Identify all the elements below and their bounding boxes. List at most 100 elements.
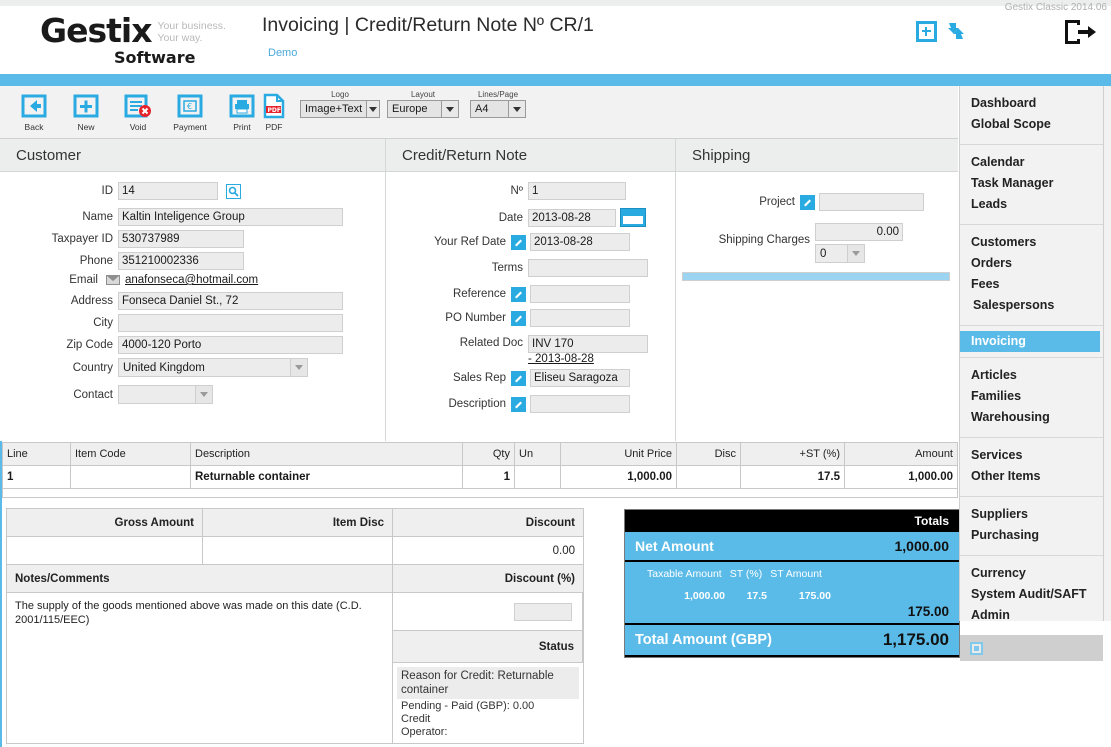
notes-content-row: The supply of the goods mentioned above … xyxy=(7,593,583,743)
tax-val-taxable: 1,000.00 xyxy=(684,590,725,602)
customer-city-input[interactable] xyxy=(118,314,343,332)
customer-phone-row: Phone 351210002336 xyxy=(0,252,385,270)
sidebar-item-families[interactable]: Families xyxy=(960,386,1103,407)
sidebar-item-warehousing[interactable]: Warehousing xyxy=(960,407,1103,428)
grand-total-row: Total Amount (GBP) 1,175.00 xyxy=(625,625,959,657)
net-amount-label: Net Amount xyxy=(635,538,714,554)
void-button-label: Void xyxy=(129,122,147,132)
sidebar-group-invoicing: Invoicing xyxy=(960,326,1103,358)
note-related-doc-date[interactable]: - 2013-08-28 xyxy=(528,353,648,365)
search-icon[interactable] xyxy=(226,183,241,199)
app-logo: Gestix Software Your business. Your way. xyxy=(40,14,226,68)
grand-total-label: Total Amount (GBP) xyxy=(635,632,772,648)
sidebar-item-dashboard[interactable]: Dashboard xyxy=(960,93,1103,114)
note-number-input[interactable]: 1 xyxy=(528,182,626,200)
edit-pencil-icon[interactable] xyxy=(511,286,526,302)
cell-description: Returnable container xyxy=(191,466,463,488)
customer-panel-title: Customer xyxy=(0,139,385,172)
edit-pencil-icon[interactable] xyxy=(511,234,526,250)
cell-un xyxy=(515,466,561,488)
logo-tagline-line1: Your business. xyxy=(157,20,226,32)
edit-pencil-icon[interactable] xyxy=(511,396,526,412)
sidebar-item-salespersons[interactable]: Salespersons xyxy=(960,295,1103,316)
note-related-doc-input[interactable]: INV 170 xyxy=(528,335,648,353)
sidebar-item-system-audit[interactable]: System Audit/SAFT xyxy=(960,584,1103,605)
customer-country-select[interactable]: United Kingdom xyxy=(118,358,308,377)
customer-id-input[interactable]: 14 xyxy=(118,182,218,200)
status-line-type: Credit xyxy=(401,713,431,725)
pdf-button[interactable]: PDF PDF xyxy=(248,91,300,132)
note-description-input[interactable] xyxy=(530,395,630,413)
status-line-paid: Pending - Paid (GBP): 0.00 xyxy=(401,700,535,712)
edit-pencil-icon[interactable] xyxy=(511,310,526,326)
credit-note-panel-title: Credit/Return Note xyxy=(386,139,675,172)
layout-select[interactable]: Europe xyxy=(387,100,459,118)
note-terms-input[interactable] xyxy=(528,259,648,277)
svg-text:PDF: PDF xyxy=(268,107,281,114)
edit-pencil-icon[interactable] xyxy=(511,370,526,386)
chevron-down-icon xyxy=(847,245,864,262)
shipping-project-input[interactable] xyxy=(819,193,924,211)
note-reference-input[interactable] xyxy=(530,285,630,303)
sidebar-item-customers[interactable]: Customers xyxy=(960,232,1103,253)
back-button[interactable]: Back xyxy=(8,91,60,132)
sidebar-item-currency[interactable]: Currency xyxy=(960,563,1103,584)
notes-textarea[interactable]: The supply of the goods mentioned above … xyxy=(7,593,393,743)
edit-pencil-icon[interactable] xyxy=(800,194,815,210)
discount-pct-input[interactable] xyxy=(514,602,572,621)
payment-button[interactable]: € Payment xyxy=(164,91,216,132)
shipping-charges-select[interactable]: 0 xyxy=(815,244,865,263)
note-sales-rep-input[interactable]: Eliseu Saragoza xyxy=(530,369,630,387)
sidebar-item-services[interactable]: Services xyxy=(960,445,1103,466)
customer-email-link[interactable]: anafonseca@hotmail.com xyxy=(125,274,258,286)
table-row[interactable]: 1 Returnable container 1 1,000.00 17.5 1… xyxy=(3,466,957,488)
panel-toggle-icon[interactable] xyxy=(970,641,983,655)
sidebar-item-invoicing[interactable]: Invoicing xyxy=(960,331,1100,352)
discount-label: Discount xyxy=(393,509,583,537)
sidebar-item-task-manager[interactable]: Task Manager xyxy=(960,173,1103,194)
sidebar-item-articles[interactable]: Articles xyxy=(960,365,1103,386)
col-unit-price: Unit Price xyxy=(561,443,677,466)
sidebar-item-purchasing[interactable]: Purchasing xyxy=(960,525,1103,546)
customer-address-input[interactable]: Fonseca Daniel St., 72 xyxy=(118,292,343,310)
note-your-ref-date-input[interactable]: 2013-08-28 xyxy=(530,233,630,251)
note-reference-label: Reference xyxy=(452,288,506,300)
sidebar-rail xyxy=(1104,86,1111,621)
customer-zip-input[interactable]: 4000-120 Porto xyxy=(118,336,343,354)
cell-disc xyxy=(677,466,741,488)
sidebar-item-orders[interactable]: Orders xyxy=(960,253,1103,274)
sidebar-item-calendar[interactable]: Calendar xyxy=(960,152,1103,173)
col-un: Un xyxy=(515,443,561,466)
note-date-input[interactable]: 2013-08-28 xyxy=(528,208,616,227)
customer-contact-select[interactable] xyxy=(118,385,213,404)
summary-header-row: Gross Amount Item Disc Discount xyxy=(7,509,583,537)
new-button[interactable]: New xyxy=(60,91,112,132)
chevron-down-icon xyxy=(508,101,525,117)
sidebar-item-other-items[interactable]: Other Items xyxy=(960,466,1103,487)
note-sales-rep-label: Sales Rep xyxy=(452,372,506,384)
shipping-charges-input[interactable]: 0.00 xyxy=(815,223,903,241)
refresh-sync-icon[interactable] xyxy=(945,20,967,42)
sidebar-item-leads[interactable]: Leads xyxy=(960,194,1103,215)
sidebar-item-fees[interactable]: Fees xyxy=(960,274,1103,295)
customer-taxpayer-input[interactable]: 530737989 xyxy=(118,230,244,248)
calendar-picker-icon[interactable] xyxy=(620,208,646,227)
customer-country-label: Country xyxy=(72,361,113,374)
note-number-row: Nº 1 xyxy=(386,182,675,200)
lines-per-page-select[interactable]: A4 xyxy=(470,100,526,118)
sidebar-item-admin[interactable]: Admin xyxy=(960,605,1103,626)
customer-phone-input[interactable]: 351210002336 xyxy=(118,252,244,270)
logout-icon[interactable] xyxy=(1063,18,1097,46)
customer-name-input[interactable]: Kaltin Inteligence Group xyxy=(118,208,343,226)
demo-link[interactable]: Demo xyxy=(268,47,297,59)
sidebar-item-suppliers[interactable]: Suppliers xyxy=(960,504,1103,525)
note-date-row: Date 2013-08-28 xyxy=(386,208,675,227)
sidebar-item-global-scope[interactable]: Global Scope xyxy=(960,114,1103,135)
note-po-number-input[interactable] xyxy=(530,309,630,327)
add-box-icon[interactable] xyxy=(915,20,937,42)
void-button[interactable]: Void xyxy=(112,91,164,132)
lines-per-page-value: A4 xyxy=(471,101,508,117)
logo-select[interactable]: Image+Text xyxy=(300,100,380,118)
payment-button-label: Payment xyxy=(173,122,207,132)
discount-pct-cell xyxy=(393,593,583,631)
